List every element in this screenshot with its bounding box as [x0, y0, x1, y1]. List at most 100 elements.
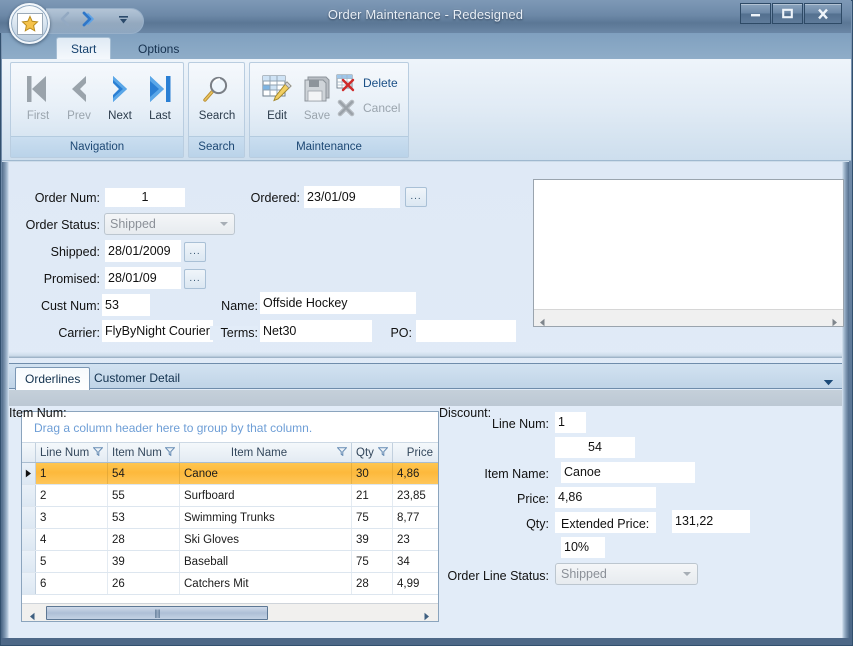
table-cell[interactable]: 23,85	[393, 485, 438, 506]
table-cell[interactable]: 55	[108, 485, 180, 506]
filter-icon[interactable]	[377, 446, 389, 459]
order-line-status-select[interactable]: Shipped	[555, 563, 698, 585]
scroll-right-icon[interactable]	[422, 608, 431, 626]
po-input[interactable]	[416, 320, 516, 342]
close-button[interactable]	[804, 3, 842, 24]
table-row[interactable]: 4 28 Ski Gloves 39 23	[22, 529, 438, 551]
table-cell[interactable]: 54	[108, 463, 180, 484]
ordered-input[interactable]: 23/01/09	[304, 186, 400, 208]
table-cell[interactable]: 6	[36, 573, 108, 594]
grid-hscrollbar[interactable]: ||||	[22, 603, 438, 621]
table-cell[interactable]: 53	[108, 507, 180, 528]
table-cell[interactable]: Ski Gloves	[180, 529, 352, 550]
orderlines-grid[interactable]: Drag a column header here to group by th…	[21, 411, 439, 622]
application-menu-button[interactable]	[9, 3, 50, 44]
grid-column-qty[interactable]: Qty	[352, 443, 393, 462]
terms-input[interactable]: Net30	[260, 320, 372, 342]
table-row[interactable]: 3 53 Swimming Trunks 75 8,77	[22, 507, 438, 529]
grid-column-item-num[interactable]: Item Num	[108, 443, 180, 462]
promised-input[interactable]: 28/01/09	[105, 267, 181, 289]
table-cell[interactable]: 26	[108, 573, 180, 594]
item-name-input[interactable]: Canoe	[561, 462, 695, 483]
cust-num-label: Cust Num:	[40, 299, 100, 313]
table-cell[interactable]: 75	[352, 551, 393, 572]
table-cell[interactable]: 28	[352, 573, 393, 594]
table-cell[interactable]: Canoe	[180, 463, 352, 484]
extended-price-input[interactable]: 131,22	[672, 510, 750, 533]
table-cell[interactable]: Swimming Trunks	[180, 507, 352, 528]
row-indicator[interactable]	[22, 529, 36, 550]
row-indicator[interactable]	[22, 485, 36, 506]
prev-record-button[interactable]: Prev	[56, 69, 102, 135]
ribbon-tab-start[interactable]: Start	[56, 37, 112, 59]
table-cell[interactable]: 21	[352, 485, 393, 506]
table-cell[interactable]: 39	[108, 551, 180, 572]
table-cell[interactable]: 3	[36, 507, 108, 528]
scroll-left-icon[interactable]	[538, 314, 547, 332]
item-num-input[interactable]: 54	[555, 437, 635, 458]
grid-column-price[interactable]: Price	[393, 443, 437, 462]
chevron-left-icon[interactable]	[58, 11, 72, 32]
tab-overflow-dropdown[interactable]	[823, 373, 834, 391]
discount-input[interactable]: 10%	[561, 537, 605, 558]
table-cell[interactable]: 8,77	[393, 507, 438, 528]
grid-group-panel[interactable]: Drag a column header here to group by th…	[22, 412, 438, 443]
row-indicator[interactable]	[22, 507, 36, 528]
table-cell[interactable]: Surfboard	[180, 485, 352, 506]
delete-button[interactable]: Delete	[334, 71, 398, 95]
scroll-left-icon[interactable]	[28, 608, 37, 626]
table-cell[interactable]: 28	[108, 529, 180, 550]
table-cell[interactable]: 23	[393, 529, 438, 550]
last-record-button[interactable]: Last	[137, 69, 183, 135]
tab-customer-detail[interactable]: Customer Detail	[85, 367, 189, 390]
table-cell[interactable]: Baseball	[180, 551, 352, 572]
chevron-down-icon[interactable]	[118, 12, 129, 30]
row-indicator[interactable]	[22, 573, 36, 594]
table-cell[interactable]: 4	[36, 529, 108, 550]
preview-panel-hscrollbar[interactable]	[534, 309, 843, 327]
filter-icon[interactable]	[164, 446, 176, 459]
table-cell[interactable]: 5	[36, 551, 108, 572]
grid-column-line-num[interactable]: Line Num	[36, 443, 108, 462]
carrier-input[interactable]: FlyByNight Courier	[102, 320, 213, 342]
table-row[interactable]: 2 55 Surfboard 21 23,85	[22, 485, 438, 507]
table-cell[interactable]: Catchers Mit	[180, 573, 352, 594]
shipped-date-picker-button[interactable]: ...	[184, 242, 206, 262]
table-row[interactable]: 6 26 Catchers Mit 28 4,99	[22, 573, 438, 595]
order-status-select[interactable]: Shipped	[104, 213, 235, 235]
line-num-input[interactable]: 1	[555, 412, 586, 433]
price-input[interactable]: 4,86	[555, 487, 656, 508]
cust-num-input[interactable]: 53	[102, 294, 150, 316]
table-cell[interactable]: 4,86	[393, 463, 438, 484]
scroll-right-icon[interactable]	[830, 314, 839, 332]
table-cell[interactable]: 2	[36, 485, 108, 506]
grid-hscroll-thumb[interactable]: ||||	[46, 606, 268, 620]
tab-orderlines[interactable]: Orderlines	[15, 367, 91, 390]
table-cell[interactable]: 75	[352, 507, 393, 528]
table-row[interactable]: 1 54 Canoe 30 4,86	[22, 463, 438, 485]
table-cell[interactable]: 1	[36, 463, 108, 484]
last-record-label: Last	[149, 110, 171, 122]
cancel-button[interactable]: Cancel	[334, 96, 400, 120]
row-indicator[interactable]	[22, 551, 36, 572]
grid-column-item-name[interactable]: Item Name	[180, 443, 352, 462]
preview-panel[interactable]	[533, 179, 844, 327]
minimize-button[interactable]	[740, 3, 771, 24]
shipped-input[interactable]: 28/01/2009	[105, 240, 181, 262]
table-row[interactable]: 5 39 Baseball 75 34	[22, 551, 438, 573]
maximize-button[interactable]	[772, 3, 803, 24]
order-num-input[interactable]: 1	[105, 188, 185, 207]
table-cell[interactable]: 30	[352, 463, 393, 484]
table-cell[interactable]: 39	[352, 529, 393, 550]
ordered-date-picker-button[interactable]: ...	[405, 187, 427, 207]
row-indicator[interactable]	[22, 463, 36, 484]
filter-icon[interactable]	[92, 446, 104, 459]
customer-name-input[interactable]: Offside Hockey	[260, 292, 416, 314]
promised-date-picker-button[interactable]: ...	[184, 269, 206, 289]
ribbon-tab-options[interactable]: Options	[124, 37, 193, 59]
chevron-right-icon[interactable]	[80, 11, 96, 32]
search-button[interactable]: Search	[194, 69, 240, 135]
first-record-button[interactable]: First	[15, 69, 61, 135]
filter-icon[interactable]	[336, 446, 348, 459]
splitter[interactable]	[9, 352, 842, 358]
